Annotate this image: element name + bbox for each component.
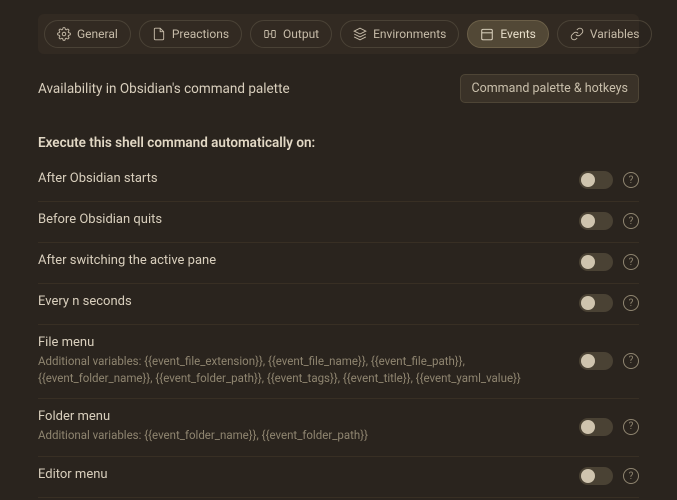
gear-icon [57, 27, 71, 41]
event-controls: ? [579, 467, 639, 485]
help-icon[interactable]: ? [623, 172, 639, 188]
help-icon[interactable]: ? [623, 419, 639, 435]
availability-dropdown[interactable]: Command palette & hotkeys [460, 74, 639, 103]
event-toggle[interactable] [579, 253, 613, 271]
event-title: Before Obsidian quits [38, 212, 561, 227]
event-controls: ? [579, 418, 639, 436]
help-icon[interactable]: ? [623, 295, 639, 311]
tab-label: Events [500, 27, 536, 41]
event-controls: ? [579, 171, 639, 189]
event-row-file-menu: File menu Additional variables: {{event_f… [38, 325, 639, 399]
tab-variables[interactable]: Variables [557, 20, 653, 48]
event-controls: ? [579, 253, 639, 271]
event-text: Before Obsidian quits [38, 212, 561, 230]
event-title: Every n seconds [38, 294, 561, 309]
event-controls: ? [579, 294, 639, 312]
event-toggle[interactable] [579, 294, 613, 312]
help-icon[interactable]: ? [623, 254, 639, 270]
event-row-folder-menu: Folder menu Additional variables: {{event… [38, 399, 639, 457]
tab-general[interactable]: General [44, 20, 131, 48]
tab-label: General [77, 27, 118, 41]
event-description: Additional variables: {{event_file_exten… [38, 353, 561, 386]
help-icon[interactable]: ? [623, 353, 639, 369]
event-toggle[interactable] [579, 171, 613, 189]
event-description: Additional variables: {{event_folder_nam… [38, 427, 561, 444]
availability-row: Availability in Obsidian's command palet… [38, 68, 639, 117]
event-text: After switching the active pane [38, 253, 561, 271]
tab-label: Output [283, 27, 319, 41]
events-list: After Obsidian starts?Before Obsidian qu… [38, 161, 639, 498]
tab-preactions[interactable]: Preactions [139, 20, 242, 48]
tab-events[interactable]: Events [467, 20, 549, 48]
event-controls: ? [579, 212, 639, 230]
layers-icon [353, 27, 367, 41]
event-toggle[interactable] [579, 467, 613, 485]
event-title: After Obsidian starts [38, 171, 561, 186]
event-title: File menu [38, 335, 561, 350]
availability-label: Availability in Obsidian's command palet… [38, 81, 290, 97]
tab-label: Environments [373, 27, 446, 41]
output-icon [263, 27, 277, 41]
tab-output[interactable]: Output [250, 20, 332, 48]
event-row-editor-menu: Editor menu? [38, 457, 639, 498]
event-title: Folder menu [38, 409, 561, 424]
tabs-row: General Preactions Output Environments E… [38, 14, 639, 54]
calendar-icon [480, 27, 494, 41]
event-text: Editor menu [38, 467, 561, 485]
event-text: After Obsidian starts [38, 171, 561, 189]
file-icon [152, 27, 166, 41]
tab-label: Variables [590, 27, 640, 41]
help-icon[interactable]: ? [623, 213, 639, 229]
tab-label: Preactions [172, 27, 229, 41]
event-toggle[interactable] [579, 418, 613, 436]
events-section-heading: Execute this shell command automatically… [38, 135, 639, 151]
event-row-every-n: Every n seconds? [38, 284, 639, 325]
help-icon[interactable]: ? [623, 468, 639, 484]
event-text: Folder menu Additional variables: {{event… [38, 409, 561, 444]
event-text: File menu Additional variables: {{event_f… [38, 335, 561, 386]
event-row-before-quit: Before Obsidian quits? [38, 202, 639, 243]
link-icon [570, 27, 584, 41]
tab-environments[interactable]: Environments [340, 20, 459, 48]
event-row-after-start: After Obsidian starts? [38, 161, 639, 202]
event-text: Every n seconds [38, 294, 561, 312]
event-toggle[interactable] [579, 212, 613, 230]
event-title: Editor menu [38, 467, 561, 482]
event-title: After switching the active pane [38, 253, 561, 268]
event-controls: ? [579, 352, 639, 370]
event-toggle[interactable] [579, 352, 613, 370]
event-row-switch-pane: After switching the active pane? [38, 243, 639, 284]
